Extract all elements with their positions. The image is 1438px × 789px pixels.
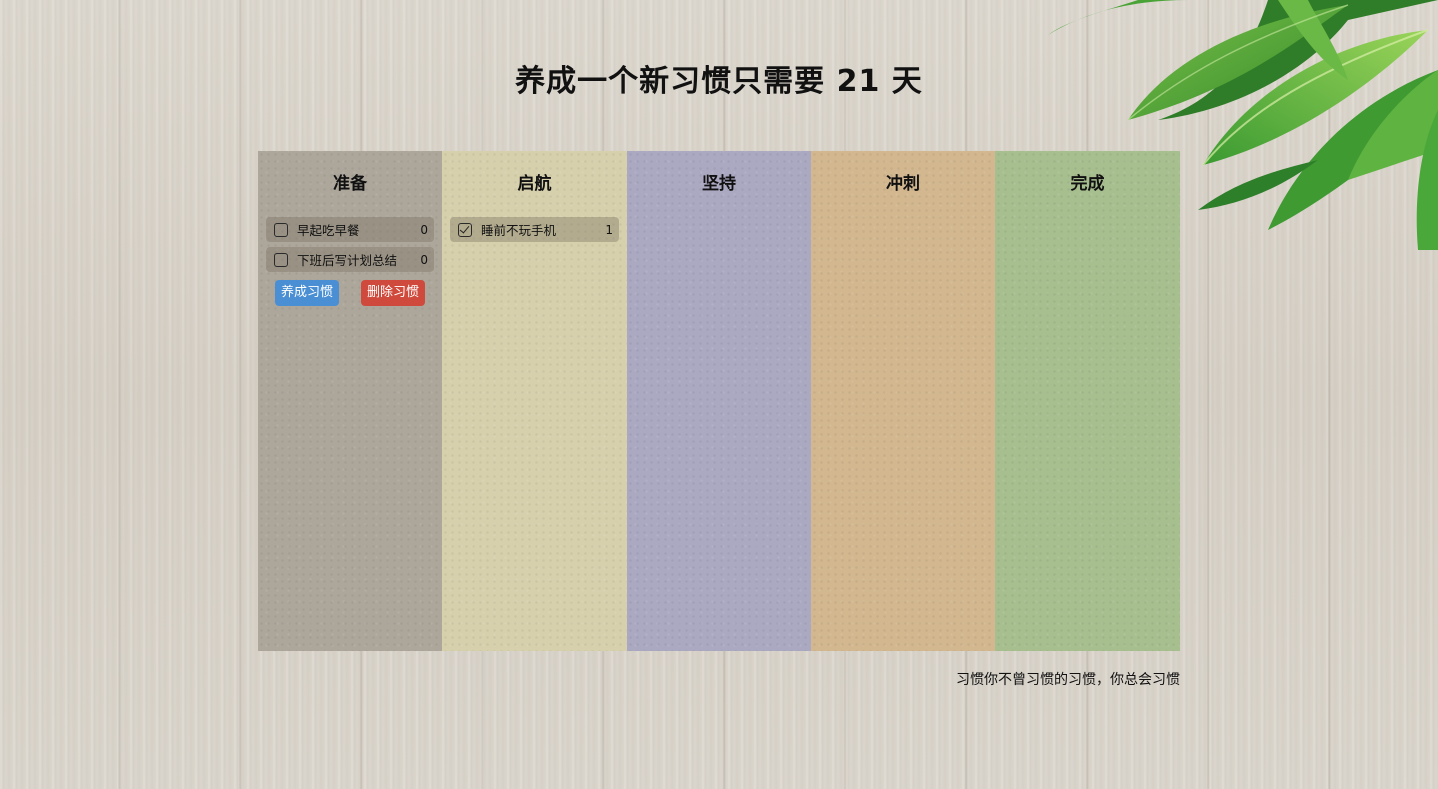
add-habit-button[interactable]: 养成习惯	[275, 280, 340, 306]
habit-list: 睡前不玩手机 1	[450, 217, 619, 242]
checkbox-checked[interactable]	[458, 222, 472, 237]
habit-item[interactable]: 睡前不玩手机 1	[450, 217, 619, 242]
column-done: 完成	[995, 151, 1180, 651]
column-title: 完成	[1070, 174, 1105, 194]
column-launch: 启航 睡前不玩手机 1	[442, 151, 627, 651]
habit-name: 早起吃早餐	[297, 223, 360, 238]
footer-quote: 习惯你不曾习惯的习惯，你总会习惯	[956, 672, 1180, 688]
habit-item[interactable]: 早起吃早餐 0	[266, 217, 434, 242]
page-title: 养成一个新习惯只需要 21 天	[515, 64, 923, 99]
delete-habit-button[interactable]: 删除习惯	[360, 280, 425, 306]
column-title: 准备	[333, 174, 367, 194]
column-prepare: 准备 早起吃早餐 0 下班后写计划总结 0 养成习惯 删除习惯	[258, 151, 442, 651]
checkbox[interactable]	[274, 222, 288, 237]
habit-name: 下班后写计划总结	[297, 253, 398, 268]
column-title: 启航	[517, 174, 552, 194]
habit-name: 睡前不玩手机	[481, 223, 557, 238]
column-title: 坚持	[702, 174, 736, 194]
habit-board: 准备 早起吃早餐 0 下班后写计划总结 0 养成习惯 删除习惯 启航 睡前不玩手…	[258, 151, 1180, 651]
column-title: 冲刺	[886, 174, 920, 194]
column-persist: 坚持	[627, 151, 811, 651]
habit-item[interactable]: 下班后写计划总结 0	[266, 247, 434, 272]
habit-count: 0	[420, 222, 428, 237]
habit-actions: 养成习惯 删除习惯	[266, 277, 434, 306]
habit-count: 0	[420, 252, 428, 267]
checkbox[interactable]	[274, 252, 288, 267]
habit-list: 早起吃早餐 0 下班后写计划总结 0	[266, 217, 434, 272]
column-sprint: 冲刺	[811, 151, 995, 651]
habit-count: 1	[605, 222, 613, 237]
